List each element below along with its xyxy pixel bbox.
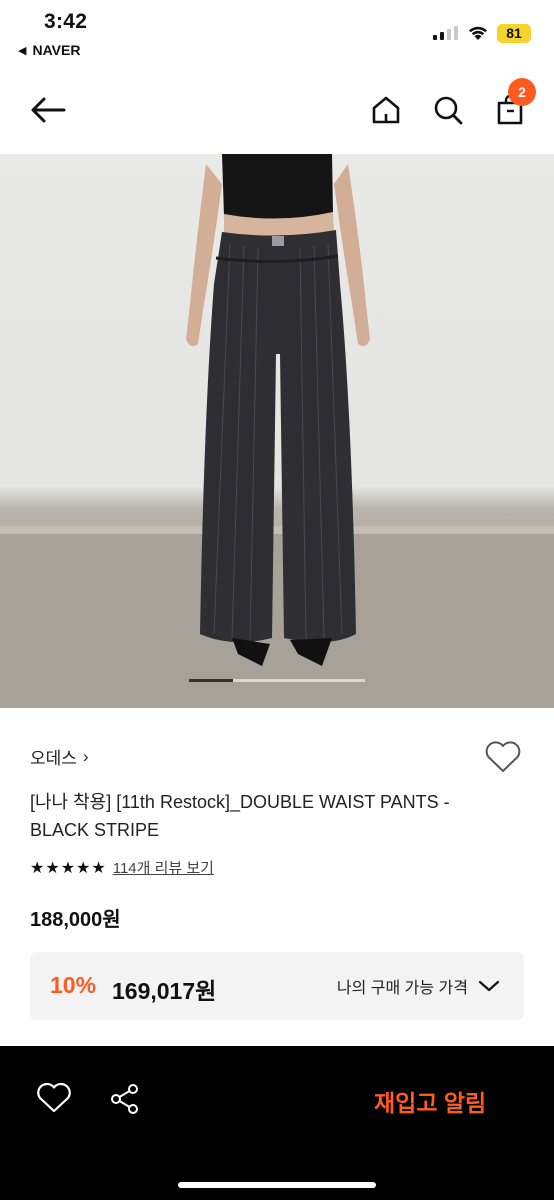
cart-count-badge: 2 [508, 78, 536, 106]
share-button[interactable] [108, 1082, 142, 1121]
original-price: 188,000원 [30, 909, 121, 931]
heart-icon [37, 1082, 71, 1113]
top-nav [0, 64, 554, 154]
back-button[interactable] [28, 90, 68, 130]
home-indicator [178, 1182, 376, 1188]
search-button[interactable] [428, 90, 468, 130]
my-price-toggle[interactable]: 나의 구매 가능 가격 [337, 974, 500, 998]
signal-icon [433, 26, 458, 40]
product-photo [0, 154, 554, 708]
sale-price: 169,017원 [112, 978, 217, 1004]
bottom-action-bar: 재입고 알림 [0, 1046, 554, 1200]
battery-indicator: 81 [497, 24, 531, 43]
search-icon [434, 96, 463, 125]
status-time: 3:42 [44, 10, 88, 33]
my-price-box[interactable]: 10% 169,017원 나의 구매 가능 가격 [30, 952, 524, 1020]
gallery-progress-fill [189, 679, 233, 682]
gallery-progress [189, 679, 365, 682]
brand-name: 오데스 [30, 749, 77, 768]
heart-icon [485, 741, 521, 772]
chevron-right-icon: › [82, 746, 89, 766]
my-price-label: 나의 구매 가능 가격 [336, 980, 468, 997]
brand-link[interactable]: 오데스 › [30, 744, 89, 769]
discount-rate: 10% [50, 972, 97, 998]
back-arrow-icon [31, 97, 66, 123]
chevron-down-icon [478, 980, 500, 992]
back-app-label: NAVER [32, 42, 81, 58]
home-button[interactable] [366, 90, 406, 130]
wifi-icon [469, 26, 487, 40]
product-title: [나나 착용] [11th Restock]_DOUBLE WAIST PANT… [30, 792, 450, 840]
rating-row: ★★★★★ 114개 리뷰 보기 [30, 857, 214, 878]
home-icon [372, 96, 400, 124]
share-icon [111, 1084, 138, 1114]
reviews-link[interactable]: 114개 리뷰 보기 [113, 857, 214, 878]
back-to-app-link[interactable]: ◀ NAVER [18, 42, 80, 58]
restock-alert-button[interactable]: 재입고 알림 [374, 1084, 486, 1118]
star-rating: ★★★★★ [30, 859, 107, 877]
product-image[interactable] [0, 154, 554, 708]
wishlist-button[interactable] [36, 1082, 72, 1119]
status-bar: 3:42 ◀ NAVER 81 [0, 0, 554, 64]
wishlist-button-top[interactable] [484, 740, 522, 779]
back-triangle-icon: ◀ [18, 44, 27, 57]
